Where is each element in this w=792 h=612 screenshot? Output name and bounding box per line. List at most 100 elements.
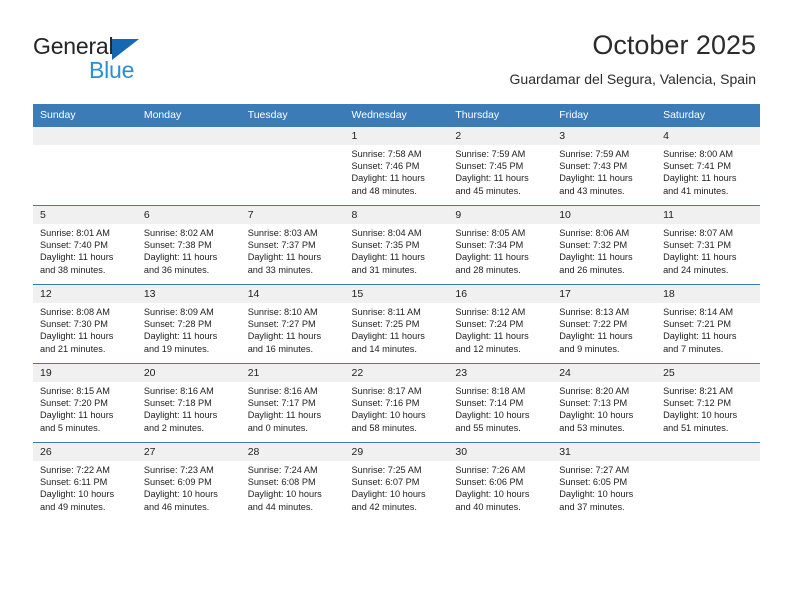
day-cell[interactable]: 6 Sunrise: 8:02 AM Sunset: 7:38 PM Daylight…	[136, 206, 241, 284]
daylight-duration-line1: Daylight: 11 hours	[143, 331, 218, 342]
calendar-day-cell[interactable]: 23 Sunrise: 8:18 AM Sunset: 7:14 PM Dayligh…	[448, 363, 553, 443]
calendar-day-cell[interactable]: 25 Sunrise: 8:21 AM Sunset: 7:12 PM Dayligh…	[656, 363, 760, 443]
calendar-day-cell[interactable]: 3 Sunrise: 7:59 AM Sunset: 7:43 PM Daylight…	[552, 126, 657, 206]
day-cell[interactable]: 16 Sunrise: 8:12 AM Sunset: 7:24 PM Dayligh…	[448, 285, 553, 363]
day-cell[interactable]: 7 Sunrise: 8:03 AM Sunset: 7:37 PM Daylight…	[240, 206, 345, 284]
calendar-day-cell[interactable]: 16 Sunrise: 8:12 AM Sunset: 7:24 PM Dayligh…	[448, 284, 553, 364]
day-cell[interactable]: 9 Sunrise: 8:05 AM Sunset: 7:34 PM Daylight…	[448, 206, 553, 284]
daylight-duration-line1: Daylight: 10 hours	[247, 489, 322, 500]
calendar-day-cell[interactable]: 18 Sunrise: 8:14 AM Sunset: 7:21 PM Dayligh…	[656, 284, 760, 364]
day-cell[interactable]: 13 Sunrise: 8:09 AM Sunset: 7:28 PM Dayligh…	[136, 285, 241, 363]
day-details: Sunrise: 8:00 AM Sunset: 7:41 PM Daylight:…	[656, 145, 760, 197]
calendar-day-cell[interactable]: 9 Sunrise: 8:05 AM Sunset: 7:34 PM Daylight…	[448, 205, 553, 285]
daylight-duration-line1: Daylight: 10 hours	[455, 410, 530, 421]
calendar-day-cell[interactable]: 29 Sunrise: 7:25 AM Sunset: 6:07 PM Dayligh…	[344, 442, 449, 521]
calendar-day-cell[interactable]: 17 Sunrise: 8:13 AM Sunset: 7:22 PM Dayligh…	[552, 284, 657, 364]
daylight-duration-line1: Daylight: 11 hours	[40, 331, 114, 342]
calendar-day-cell[interactable]: 6 Sunrise: 8:02 AM Sunset: 7:38 PM Daylight…	[136, 205, 241, 285]
calendar-day-cell[interactable]: 8 Sunrise: 8:04 AM Sunset: 7:35 PM Daylight…	[344, 205, 449, 285]
calendar-day-cell[interactable]: 5 Sunrise: 8:01 AM Sunset: 7:40 PM Daylight…	[33, 205, 137, 285]
calendar-day-cell[interactable]: 21 Sunrise: 8:16 AM Sunset: 7:17 PM Dayligh…	[240, 363, 345, 443]
day-number: 16	[448, 285, 553, 303]
day-cell[interactable]: 10 Sunrise: 8:06 AM Sunset: 7:32 PM Dayligh…	[552, 206, 657, 284]
calendar-day-cell[interactable]: 31 Sunrise: 7:27 AM Sunset: 6:05 PM Dayligh…	[552, 442, 657, 521]
day-cell[interactable]: 14 Sunrise: 8:10 AM Sunset: 7:27 PM Dayligh…	[240, 285, 345, 363]
day-cell[interactable]: 29 Sunrise: 7:25 AM Sunset: 6:07 PM Dayligh…	[344, 443, 449, 521]
calendar-day-cell[interactable]: 2 Sunrise: 7:59 AM Sunset: 7:45 PM Daylight…	[448, 126, 553, 206]
daylight-duration-line2: and 28 minutes.	[455, 264, 521, 275]
sunrise-time: Sunrise: 7:23 AM	[143, 465, 214, 475]
day-cell[interactable]: 18 Sunrise: 8:14 AM Sunset: 7:21 PM Dayligh…	[656, 285, 760, 363]
day-cell[interactable]: 30 Sunrise: 7:26 AM Sunset: 6:06 PM Dayligh…	[448, 443, 553, 521]
sunset-time: Sunset: 7:32 PM	[559, 240, 628, 251]
daylight-duration-line2: and 58 minutes.	[351, 422, 417, 433]
calendar-page: General Blue October 2025 Guardamar del …	[0, 0, 792, 612]
calendar-day-cell[interactable]: 4 Sunrise: 8:00 AM Sunset: 7:41 PM Daylight…	[656, 126, 760, 206]
day-cell[interactable]: 24 Sunrise: 8:20 AM Sunset: 7:13 PM Dayligh…	[552, 364, 657, 442]
day-cell[interactable]: 17 Sunrise: 8:13 AM Sunset: 7:22 PM Dayligh…	[552, 285, 657, 363]
calendar-day-cell[interactable]: 14 Sunrise: 8:10 AM Sunset: 7:27 PM Dayligh…	[240, 284, 345, 364]
calendar-day-cell[interactable]: 27 Sunrise: 7:23 AM Sunset: 6:09 PM Dayligh…	[136, 442, 241, 521]
calendar-day-cell[interactable]	[33, 126, 137, 206]
weekday-header-monday: Monday	[136, 104, 241, 127]
calendar-day-cell[interactable]	[136, 126, 241, 206]
day-cell[interactable]: 22 Sunrise: 8:17 AM Sunset: 7:16 PM Dayligh…	[344, 364, 449, 442]
day-number: 18	[656, 285, 760, 303]
sunrise-time: Sunrise: 8:20 AM	[559, 386, 630, 396]
daylight-duration-line1: Daylight: 10 hours	[663, 410, 738, 421]
calendar-day-cell[interactable]: 15 Sunrise: 8:11 AM Sunset: 7:25 PM Dayligh…	[344, 284, 449, 364]
calendar-day-cell[interactable]: 11 Sunrise: 8:07 AM Sunset: 7:31 PM Dayligh…	[656, 205, 760, 285]
sunrise-time: Sunrise: 7:25 AM	[351, 465, 422, 475]
daylight-duration-line2: and 38 minutes.	[40, 264, 106, 275]
daylight-duration-line2: and 51 minutes.	[663, 422, 729, 433]
day-number: 26	[33, 443, 137, 461]
calendar-day-cell[interactable]	[240, 126, 345, 206]
calendar-day-cell[interactable]: 12 Sunrise: 8:08 AM Sunset: 7:30 PM Dayligh…	[33, 284, 137, 364]
calendar-day-cell[interactable]: 20 Sunrise: 8:16 AM Sunset: 7:18 PM Dayligh…	[136, 363, 241, 443]
calendar-day-cell[interactable]: 24 Sunrise: 8:20 AM Sunset: 7:13 PM Dayligh…	[552, 363, 657, 443]
calendar-day-cell[interactable]: 26 Sunrise: 7:22 AM Sunset: 6:11 PM Dayligh…	[33, 442, 137, 521]
day-cell[interactable]: 23 Sunrise: 8:18 AM Sunset: 7:14 PM Dayligh…	[448, 364, 553, 442]
sunrise-time: Sunrise: 7:27 AM	[559, 465, 630, 475]
weekday-header-thursday: Thursday	[448, 104, 553, 127]
day-cell[interactable]: 3 Sunrise: 7:59 AM Sunset: 7:43 PM Daylight…	[552, 127, 657, 205]
day-number	[240, 127, 345, 145]
day-cell[interactable]: 1 Sunrise: 7:58 AM Sunset: 7:46 PM Daylight…	[344, 127, 449, 205]
day-cell[interactable]: 4 Sunrise: 8:00 AM Sunset: 7:41 PM Daylight…	[656, 127, 760, 205]
calendar-day-cell[interactable]: 1 Sunrise: 7:58 AM Sunset: 7:46 PM Daylight…	[344, 126, 449, 206]
daylight-duration-line2: and 9 minutes.	[559, 343, 620, 354]
day-cell[interactable]: 26 Sunrise: 7:22 AM Sunset: 6:11 PM Dayligh…	[33, 443, 137, 521]
empty-day-cell	[136, 127, 241, 205]
day-cell[interactable]: 27 Sunrise: 7:23 AM Sunset: 6:09 PM Dayligh…	[136, 443, 241, 521]
brand-logo[interactable]: General Blue	[33, 33, 263, 88]
day-cell[interactable]: 19 Sunrise: 8:15 AM Sunset: 7:20 PM Dayligh…	[33, 364, 137, 442]
day-cell[interactable]: 20 Sunrise: 8:16 AM Sunset: 7:18 PM Dayligh…	[136, 364, 241, 442]
calendar-day-cell[interactable]: 28 Sunrise: 7:24 AM Sunset: 6:08 PM Dayligh…	[240, 442, 345, 521]
day-cell[interactable]: 8 Sunrise: 8:04 AM Sunset: 7:35 PM Daylight…	[344, 206, 449, 284]
sunrise-time: Sunrise: 8:07 AM	[663, 228, 734, 238]
daylight-duration-line2: and 33 minutes.	[247, 264, 314, 275]
day-cell[interactable]: 15 Sunrise: 8:11 AM Sunset: 7:25 PM Dayligh…	[344, 285, 449, 363]
day-cell[interactable]: 11 Sunrise: 8:07 AM Sunset: 7:31 PM Dayligh…	[656, 206, 760, 284]
sunset-time: Sunset: 6:05 PM	[559, 477, 628, 488]
day-cell[interactable]: 31 Sunrise: 7:27 AM Sunset: 6:05 PM Dayligh…	[552, 443, 657, 521]
day-cell[interactable]: 21 Sunrise: 8:16 AM Sunset: 7:17 PM Dayligh…	[240, 364, 345, 442]
day-cell[interactable]: 12 Sunrise: 8:08 AM Sunset: 7:30 PM Dayligh…	[33, 285, 137, 363]
day-cell[interactable]: 25 Sunrise: 8:21 AM Sunset: 7:12 PM Dayligh…	[656, 364, 760, 442]
calendar-day-cell[interactable]: 10 Sunrise: 8:06 AM Sunset: 7:32 PM Dayligh…	[552, 205, 657, 285]
daylight-duration-line2: and 37 minutes.	[559, 501, 625, 512]
daylight-duration-line2: and 46 minutes.	[143, 501, 210, 512]
calendar-day-cell[interactable]: 13 Sunrise: 8:09 AM Sunset: 7:28 PM Dayligh…	[136, 284, 241, 364]
day-number: 3	[552, 127, 657, 145]
page-title: October 2025	[592, 30, 756, 60]
day-cell[interactable]: 5 Sunrise: 8:01 AM Sunset: 7:40 PM Daylight…	[33, 206, 137, 284]
day-number: 10	[552, 206, 657, 224]
calendar-day-cell[interactable]	[656, 442, 760, 521]
day-cell[interactable]: 2 Sunrise: 7:59 AM Sunset: 7:45 PM Daylight…	[448, 127, 553, 205]
day-cell[interactable]: 28 Sunrise: 7:24 AM Sunset: 6:08 PM Dayligh…	[240, 443, 345, 521]
calendar-day-cell[interactable]: 19 Sunrise: 8:15 AM Sunset: 7:20 PM Dayligh…	[33, 363, 137, 443]
calendar-day-cell[interactable]: 7 Sunrise: 8:03 AM Sunset: 7:37 PM Daylight…	[240, 205, 345, 285]
calendar-day-cell[interactable]: 22 Sunrise: 8:17 AM Sunset: 7:16 PM Dayligh…	[344, 363, 449, 443]
sunset-time: Sunset: 7:37 PM	[247, 240, 316, 251]
calendar-day-cell[interactable]: 30 Sunrise: 7:26 AM Sunset: 6:06 PM Dayligh…	[448, 442, 553, 521]
